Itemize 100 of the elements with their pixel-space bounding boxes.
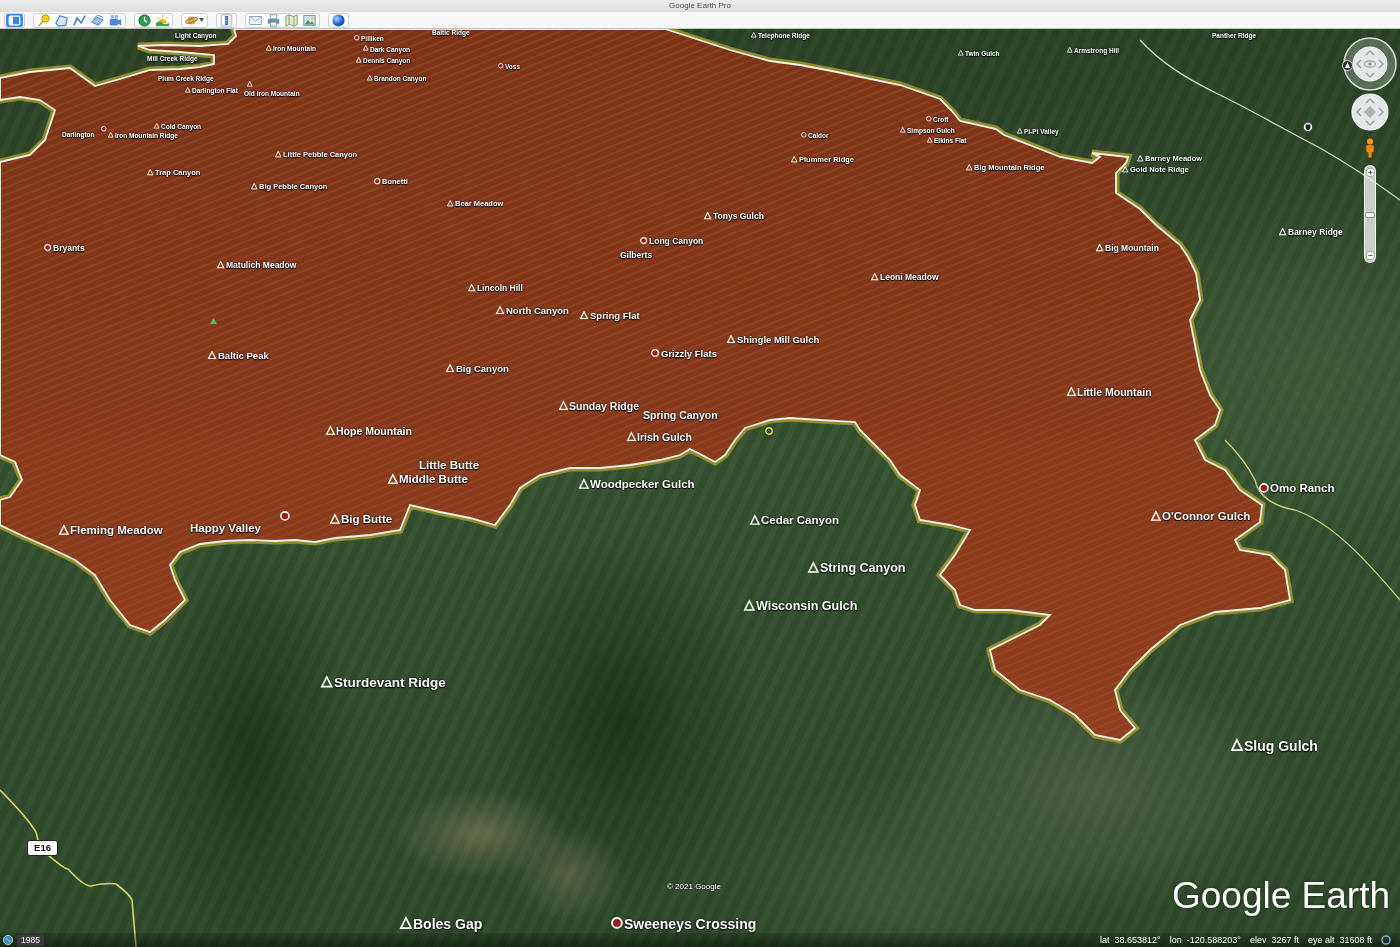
toolbar-button[interactable] [136, 13, 153, 27]
circle-marker-icon[interactable] [640, 237, 648, 245]
circle-marker-icon[interactable] [651, 348, 660, 357]
zoom-in-icon[interactable] [1365, 168, 1375, 177]
zoom-out-icon[interactable] [1365, 251, 1375, 260]
triangle-marker-icon[interactable] [363, 45, 369, 51]
triangle-marker-icon[interactable] [107, 132, 114, 138]
triangle-marker-icon[interactable] [321, 676, 333, 688]
place-label: Slug Gulch [1244, 737, 1318, 755]
triangle-marker-icon[interactable] [265, 45, 272, 51]
triangle-marker-icon[interactable] [1066, 386, 1076, 396]
triangle-marker-icon[interactable] [704, 212, 712, 220]
triangle-marker-icon[interactable] [251, 182, 258, 190]
place-label: Baltic Peak [218, 350, 269, 362]
circle-marker-icon[interactable] [280, 511, 290, 521]
toolbar-button[interactable] [71, 13, 88, 27]
circle-marker-icon[interactable] [353, 35, 360, 41]
triangle-marker-icon[interactable] [749, 515, 760, 525]
triangle-marker-icon[interactable] [325, 425, 335, 435]
triangle-marker-icon[interactable] [208, 350, 217, 359]
sunrise-icon [156, 13, 169, 27]
pegman-icon[interactable] [1365, 138, 1375, 158]
triangle-marker-icon[interactable] [153, 123, 160, 129]
ring-marker-icon [765, 427, 773, 435]
path-icon [73, 13, 86, 27]
logo-text: Google Earth [1172, 877, 1391, 914]
place-label: Spring Flat [590, 310, 640, 322]
triangle-marker-icon[interactable] [750, 32, 757, 38]
triangle-marker-icon[interactable] [399, 917, 412, 929]
layers-icon [91, 13, 104, 27]
triangle-marker-icon[interactable] [446, 363, 455, 372]
triangle-marker-icon[interactable] [899, 127, 906, 133]
triangle-marker-icon[interactable] [1122, 165, 1129, 173]
status-value: 38.653812° [1114, 934, 1161, 946]
zoom-slider-thumb[interactable] [1365, 212, 1375, 218]
circle-marker-icon[interactable] [1258, 483, 1269, 493]
triangle-marker-icon[interactable] [871, 273, 879, 281]
place-label: Wisconsin Gulch [756, 598, 858, 614]
place-label: Omo Ranch [1270, 482, 1335, 496]
triangle-marker-icon[interactable] [1150, 511, 1161, 521]
triangle-marker-icon[interactable] [1016, 128, 1023, 134]
triangle-marker-icon[interactable] [558, 400, 568, 410]
circle-marker-icon[interactable] [374, 177, 381, 185]
triangle-marker-icon[interactable] [356, 57, 362, 63]
zoom-slider[interactable] [1364, 165, 1376, 263]
look-joystick[interactable] [1343, 37, 1397, 91]
triangle-marker-icon[interactable] [217, 261, 225, 269]
triangle-marker-icon[interactable] [743, 599, 755, 611]
planet-icon [185, 13, 198, 27]
place-label: Little Butte [419, 459, 480, 473]
place-label: Middle Butte [399, 473, 468, 487]
triangle-marker-icon[interactable] [147, 168, 154, 176]
triangle-marker-icon[interactable] [966, 163, 973, 171]
caret-icon [199, 18, 204, 22]
place-label: Woodpecker Gulch [590, 478, 695, 492]
triangle-marker-icon[interactable] [580, 310, 589, 319]
toolbar-button[interactable] [53, 13, 70, 27]
highway-shield-icon [1303, 122, 1313, 132]
status-value: 31608 ft [1339, 934, 1372, 946]
triangle-marker-icon[interactable] [366, 75, 373, 81]
toolbar-button[interactable] [301, 13, 318, 27]
circle-marker-icon[interactable] [925, 116, 932, 122]
place-label: Sweeneys Crossing [624, 915, 757, 933]
triangle-marker-icon[interactable] [387, 474, 398, 484]
toolbar-button[interactable] [89, 13, 106, 27]
triangle-marker-icon[interactable] [1279, 228, 1287, 236]
triangle-marker-icon[interactable] [807, 561, 819, 573]
triangle-marker-icon[interactable] [329, 514, 340, 524]
circle-marker-icon[interactable] [101, 126, 107, 132]
triangle-marker-icon[interactable] [1230, 739, 1243, 751]
circle-marker-icon[interactable] [800, 132, 807, 138]
triangle-marker-icon[interactable] [247, 81, 253, 87]
circle-marker-icon[interactable] [497, 63, 504, 69]
triangle-marker-icon[interactable] [791, 155, 798, 163]
triangle-marker-icon[interactable] [1066, 47, 1073, 53]
circle-marker-icon[interactable] [44, 244, 52, 252]
triangle-marker-icon[interactable] [275, 150, 282, 158]
triangle-marker-icon[interactable] [957, 50, 964, 56]
triangle-marker-icon[interactable] [1096, 244, 1104, 252]
triangle-marker-icon[interactable] [926, 137, 933, 143]
triangle-marker-icon[interactable] [58, 525, 69, 535]
triangle-marker-icon[interactable] [626, 431, 636, 441]
triangle-marker-icon[interactable] [727, 334, 736, 343]
triangle-marker-icon[interactable] [185, 87, 191, 93]
triangle-marker-icon[interactable] [447, 199, 454, 207]
north-indicator-icon[interactable] [1342, 60, 1353, 71]
triangle-marker-icon[interactable] [496, 305, 505, 314]
toolbar-button[interactable] [35, 13, 52, 27]
triangle-marker-icon[interactable] [468, 284, 476, 292]
place-label: Bryants [53, 244, 85, 254]
triangle-marker-icon[interactable] [578, 479, 589, 489]
circle-marker-icon[interactable] [610, 917, 623, 929]
toolbar-button[interactable] [265, 13, 282, 27]
place-label: String Canyon [820, 560, 906, 576]
toolbar-button[interactable] [107, 13, 124, 27]
toolbar-button[interactable] [154, 13, 171, 27]
place-label: Sturdevant Ridge [334, 675, 446, 691]
triangle-marker-icon[interactable] [1137, 154, 1144, 162]
place-label: North Canyon [506, 305, 569, 317]
move-joystick[interactable] [1351, 93, 1389, 131]
